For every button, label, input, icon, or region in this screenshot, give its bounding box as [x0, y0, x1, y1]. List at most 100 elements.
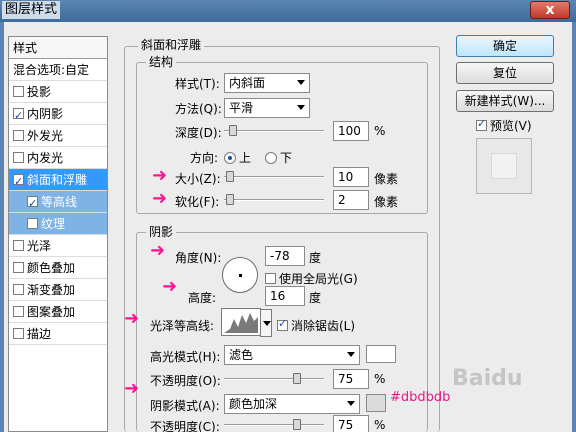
shadow-mode-value: 颜色加深 — [229, 397, 278, 411]
sidebar-item-label: 图案叠加 — [27, 305, 76, 319]
soften-label: 软化(F): — [175, 195, 220, 209]
checkbox-icon — [265, 273, 276, 284]
watermark-logo: Baidu — [452, 366, 523, 391]
checkbox-icon[interactable] — [13, 262, 24, 273]
sidebar-item-label: 斜面和浮雕 — [27, 173, 88, 187]
sidebar-item-label: 描边 — [27, 327, 52, 341]
technique-select-value: 平滑 — [229, 101, 254, 115]
anti-alias-label: 消除锯齿(L) — [291, 319, 356, 333]
shadow-color-annotation: #dbdbdb — [390, 390, 451, 405]
slider-thumb[interactable] — [226, 171, 234, 182]
style-preview-thumbnail — [476, 138, 532, 194]
checkbox-icon[interactable] — [13, 240, 24, 251]
style-list-header[interactable]: 样式 — [9, 37, 107, 59]
sidebar-item[interactable]: 描边 — [9, 323, 107, 345]
highlight-opacity-input[interactable]: 75 — [333, 369, 369, 389]
sidebar-item[interactable]: 等高线 — [9, 191, 107, 215]
technique-select[interactable]: 平滑 — [224, 98, 310, 118]
sidebar-item[interactable]: 纹理 — [9, 213, 107, 235]
checkbox-checked-icon — [476, 117, 487, 131]
direction-down-label: 下 — [280, 151, 293, 165]
sidebar-item[interactable]: 内发光 — [9, 147, 107, 169]
soften-slider[interactable] — [224, 194, 324, 206]
sidebar-item[interactable]: 混合选项:自定 — [9, 59, 107, 81]
sidebar-item-label: 内发光 — [27, 151, 64, 165]
checkbox-checked-icon[interactable] — [13, 105, 24, 127]
technique-label: 方法(Q): — [175, 102, 222, 116]
depth-input[interactable]: 100 — [333, 121, 369, 141]
pink-arrow-icon: ➜ — [124, 308, 140, 329]
altitude-label: 高度: — [188, 291, 217, 305]
direction-down-radio[interactable]: 下 — [265, 149, 292, 166]
highlight-opacity-slider[interactable] — [224, 373, 324, 385]
shadow-opacity-label: 不透明度(C): — [150, 420, 220, 432]
gloss-contour-picker[interactable] — [221, 308, 272, 337]
highlight-color-swatch[interactable] — [366, 345, 396, 363]
shadow-mode-select[interactable]: 颜色加深 — [224, 394, 360, 414]
reset-button[interactable]: 复位 — [456, 62, 554, 84]
slider-thumb[interactable] — [293, 419, 301, 430]
highlight-mode-select[interactable]: 滤色 — [224, 345, 360, 365]
highlight-opacity-unit: % — [374, 372, 386, 386]
checkbox-icon[interactable] — [13, 306, 24, 317]
depth-slider[interactable] — [224, 125, 324, 137]
soften-input[interactable]: 2 — [333, 190, 369, 210]
structure-title: 结构 — [146, 53, 177, 70]
ok-button[interactable]: 确定 — [456, 35, 554, 57]
size-input[interactable]: 10 — [333, 167, 369, 187]
slider-track — [224, 199, 324, 201]
checkbox-checked-icon[interactable] — [27, 193, 38, 215]
checkbox-checked-icon — [277, 317, 288, 331]
sidebar-item[interactable]: 颜色叠加 — [9, 257, 107, 279]
checkbox-icon[interactable] — [13, 86, 24, 97]
angle-center-dot — [239, 274, 242, 277]
slider-thumb[interactable] — [226, 194, 234, 205]
shadow-opacity-slider[interactable] — [224, 419, 324, 431]
sidebar-item[interactable]: 渐变叠加 — [9, 279, 107, 301]
checkbox-checked-icon[interactable] — [13, 171, 24, 193]
sidebar-item[interactable]: 图案叠加 — [9, 301, 107, 323]
close-button[interactable]: x — [530, 1, 570, 19]
checkbox-icon[interactable] — [27, 218, 38, 229]
global-light-checkbox[interactable]: 使用全局光(G) — [265, 270, 358, 287]
contour-curve-icon — [224, 313, 258, 333]
size-slider[interactable] — [224, 171, 324, 183]
slider-thumb[interactable] — [293, 373, 301, 384]
angle-dial[interactable] — [222, 257, 258, 293]
shadow-opacity-unit: % — [374, 418, 386, 432]
pink-arrow-icon: ➜ — [124, 378, 140, 399]
shadow-color-swatch[interactable] — [366, 394, 386, 412]
checkbox-icon[interactable] — [13, 152, 24, 163]
window-title: 图层样式 — [2, 1, 61, 19]
sidebar-item[interactable]: 内阴影 — [9, 103, 107, 127]
gloss-contour-label: 光泽等高线: — [150, 319, 215, 333]
angle-input[interactable]: -78 — [265, 246, 305, 266]
altitude-input[interactable]: 16 — [265, 286, 305, 306]
slider-thumb[interactable] — [229, 125, 237, 136]
checkbox-icon[interactable] — [13, 130, 24, 141]
shadow-opacity-input[interactable]: 75 — [333, 415, 369, 432]
new-style-button[interactable]: 新建样式(W)... — [456, 90, 554, 112]
preview-checkbox[interactable]: 预览(V) — [476, 117, 532, 134]
checkbox-icon[interactable] — [13, 284, 24, 295]
sidebar-item[interactable]: 外发光 — [9, 125, 107, 147]
altitude-unit: 度 — [309, 291, 322, 305]
sidebar-item[interactable]: 投影 — [9, 81, 107, 103]
preview-square — [491, 153, 517, 179]
checkbox-icon[interactable] — [13, 328, 24, 339]
slider-track — [224, 176, 324, 178]
contour-dropdown-button[interactable] — [260, 309, 272, 337]
chevron-down-icon — [347, 352, 355, 357]
size-label: 大小(Z): — [175, 172, 221, 186]
chevron-down-icon — [263, 321, 271, 326]
sidebar-item[interactable]: 光泽 — [9, 235, 107, 257]
anti-alias-checkbox[interactable]: 消除锯齿(L) — [277, 317, 355, 334]
sidebar-item-label: 光泽 — [27, 239, 52, 253]
style-select[interactable]: 内斜面 — [224, 73, 310, 93]
preview-label: 预览(V) — [490, 119, 532, 133]
pink-arrow-icon: ➜ — [152, 188, 168, 209]
sidebar-item[interactable]: 斜面和浮雕 — [9, 169, 107, 193]
direction-up-radio[interactable]: 上 — [224, 149, 251, 166]
bevel-section-title: 斜面和浮雕 — [138, 36, 205, 53]
sidebar-item-label: 等高线 — [41, 195, 78, 209]
